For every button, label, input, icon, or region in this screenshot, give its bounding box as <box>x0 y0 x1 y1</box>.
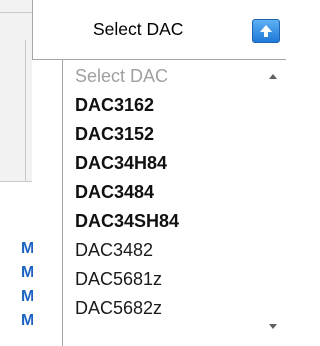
background-window: M M M M <box>0 0 33 346</box>
vertical-scrollbar[interactable] <box>263 60 287 346</box>
list-item[interactable]: DAC5681z <box>75 267 162 291</box>
dropdown-toggle-button[interactable] <box>252 19 280 43</box>
list-item[interactable]: DAC34H84 <box>75 151 167 175</box>
list-item[interactable]: DAC5682z <box>75 296 162 320</box>
list-item[interactable]: DAC3484 <box>75 180 154 204</box>
dac-dropdown-list[interactable]: Select DAC DAC3162 DAC3152 DAC34H84 DAC3… <box>62 60 287 346</box>
list-item[interactable]: Select DAC <box>75 64 168 88</box>
background-link[interactable]: M <box>21 286 33 308</box>
scroll-up-icon[interactable] <box>269 74 277 79</box>
background-link[interactable]: M <box>21 310 33 332</box>
divider <box>25 40 26 182</box>
arrow-up-icon <box>260 25 272 37</box>
combobox-selected-value: Select DAC <box>93 19 184 39</box>
list-item[interactable]: DAC3482 <box>75 238 153 262</box>
list-item[interactable]: DAC3162 <box>75 93 154 117</box>
list-item[interactable]: DAC34SH84 <box>75 209 179 233</box>
divider <box>0 12 32 13</box>
divider <box>0 181 32 182</box>
background-link[interactable]: M <box>21 238 33 260</box>
list-item[interactable]: DAC3152 <box>75 122 154 146</box>
background-panel <box>0 0 32 182</box>
background-link[interactable]: M <box>21 262 33 284</box>
scroll-down-icon[interactable] <box>269 324 277 329</box>
dac-select-combobox[interactable]: Select DAC <box>32 0 286 60</box>
